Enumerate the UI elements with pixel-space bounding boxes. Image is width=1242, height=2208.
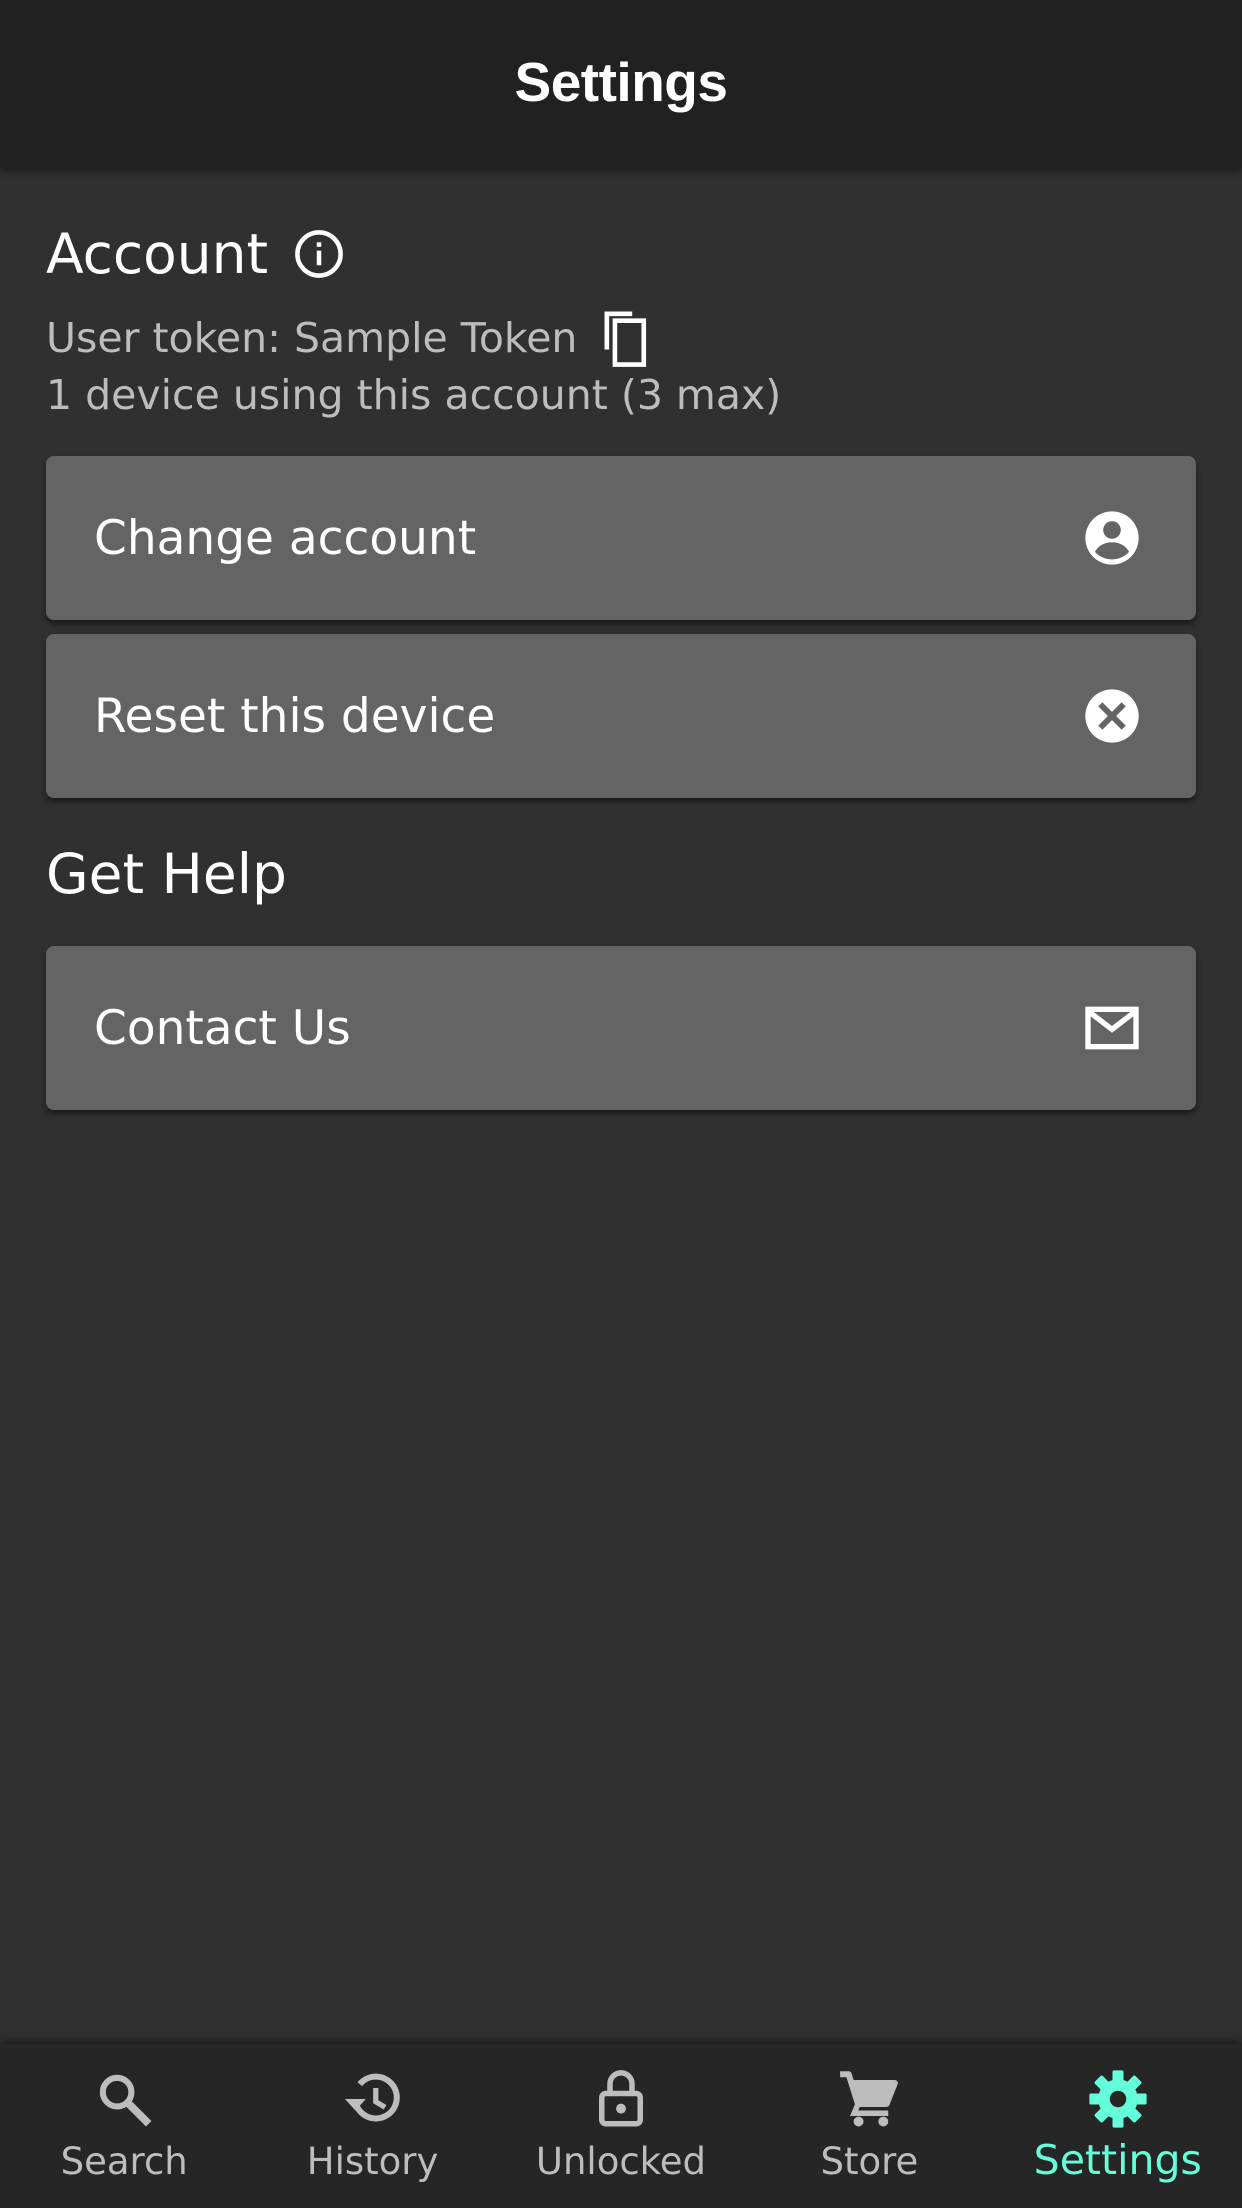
nav-label-settings: Settings xyxy=(1033,2136,1202,2184)
page-title: Settings xyxy=(514,51,728,113)
reset-device-label: Reset this device xyxy=(94,688,496,744)
copy-icon[interactable] xyxy=(595,308,651,368)
cancel-circle-icon xyxy=(1085,689,1139,743)
get-help-section-heading: Get Help xyxy=(46,842,287,906)
info-circle-icon[interactable] xyxy=(292,227,346,281)
nav-label-store: Store xyxy=(820,2140,919,2183)
nav-label-unlocked: Unlocked xyxy=(535,2140,707,2183)
nav-label-search: Search xyxy=(60,2140,188,2183)
settings-screen: Settings Account User token: Sample Toke… xyxy=(0,0,1242,2208)
nav-label-history: History xyxy=(306,2140,439,2183)
device-count-line: 1 device using this account (3 max) xyxy=(46,371,782,419)
cart-icon xyxy=(840,2071,899,2127)
change-account-button[interactable]: Change account xyxy=(46,456,1196,620)
account-section-heading: Account xyxy=(46,222,346,286)
reset-device-button[interactable]: Reset this device xyxy=(46,634,1196,798)
nav-item-history[interactable]: History xyxy=(248,2044,496,2208)
history-icon xyxy=(344,2073,400,2122)
account-circle-icon xyxy=(1085,511,1139,565)
nav-item-search[interactable]: Search xyxy=(0,2044,248,2208)
nav-item-unlocked[interactable]: Unlocked xyxy=(497,2044,745,2208)
gear-icon xyxy=(1089,2070,1147,2128)
nav-item-settings[interactable]: Settings xyxy=(994,2044,1242,2208)
contact-us-label: Contact Us xyxy=(94,1000,351,1056)
app-bar: Settings xyxy=(0,0,1242,168)
search-icon xyxy=(99,2074,152,2127)
contact-us-button[interactable]: Contact Us xyxy=(46,946,1196,1110)
nav-item-store[interactable]: Store xyxy=(745,2044,993,2208)
unlocked-icon xyxy=(598,2070,643,2127)
user-token-text: User token: Sample Token xyxy=(46,314,578,362)
bottom-navigation: Search History Unlocked Store Settings xyxy=(0,2044,1242,2208)
user-token-line: User token: Sample Token xyxy=(46,308,651,368)
change-account-label: Change account xyxy=(94,510,477,566)
mail-icon xyxy=(1085,1006,1139,1050)
account-heading-label: Account xyxy=(46,222,269,286)
